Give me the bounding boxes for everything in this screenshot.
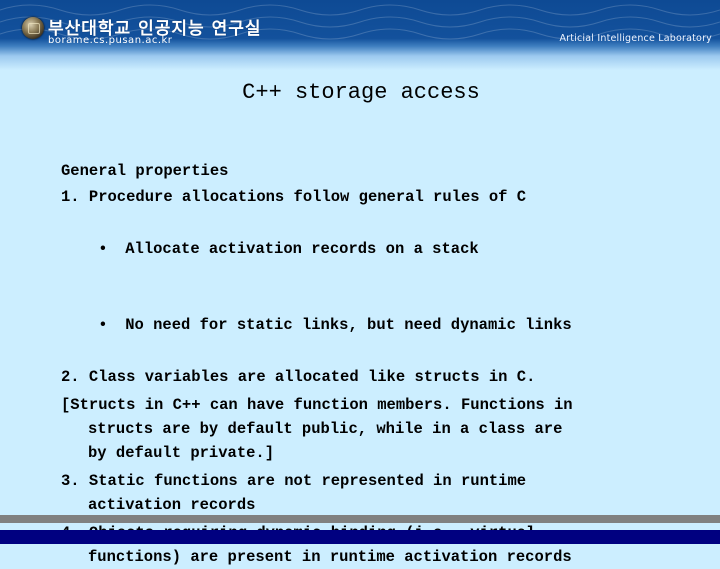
numbered-item-3: 3. Static functions are not represented …: [61, 469, 681, 517]
bullet-item: • No need for static links, but need dyna…: [61, 289, 681, 361]
bullet-marker: •: [98, 240, 108, 258]
note-structs: [Structs in C++ can have function member…: [61, 393, 681, 465]
bullet-text: No need for static links, but need dynam…: [125, 316, 572, 334]
lab-name-english: Articial Intelligence Laboratory: [559, 33, 712, 44]
footer-divider-gray: [0, 515, 720, 523]
note-line: by default private.]: [88, 444, 275, 462]
bullet-marker: •: [98, 316, 108, 334]
heading-general-properties: General properties: [61, 162, 229, 180]
numbered-item-4: 4. Objects requiring dynamic binding (i.…: [61, 521, 681, 569]
university-emblem-icon: [22, 17, 44, 39]
lab-url: borame.cs.pusan.ac.kr: [48, 35, 173, 46]
note-line: structs are by default public, while in …: [88, 420, 563, 438]
numbered-item-2: 2. Class variables are allocated like st…: [61, 368, 536, 386]
bullet-text: Allocate activation records on a stack: [125, 240, 479, 258]
item-line: 3. Static functions are not represented …: [61, 472, 527, 490]
slide-header-banner: 부산대학교 인공지능 연구실 borame.cs.pusan.ac.kr Art…: [0, 0, 720, 70]
note-line: [Structs in C++ can have function member…: [61, 396, 573, 414]
slide-body: General properties 1. Procedure allocati…: [61, 159, 681, 569]
item-line: activation records: [88, 496, 256, 514]
footer-bar-navy: [0, 530, 720, 544]
bullet-item: • Allocate activation records on a stack: [61, 213, 681, 285]
item-line: functions) are present in runtime activa…: [88, 548, 572, 566]
numbered-item-1: 1. Procedure allocations follow general …: [61, 188, 527, 206]
slide-title: C++ storage access: [242, 80, 480, 105]
